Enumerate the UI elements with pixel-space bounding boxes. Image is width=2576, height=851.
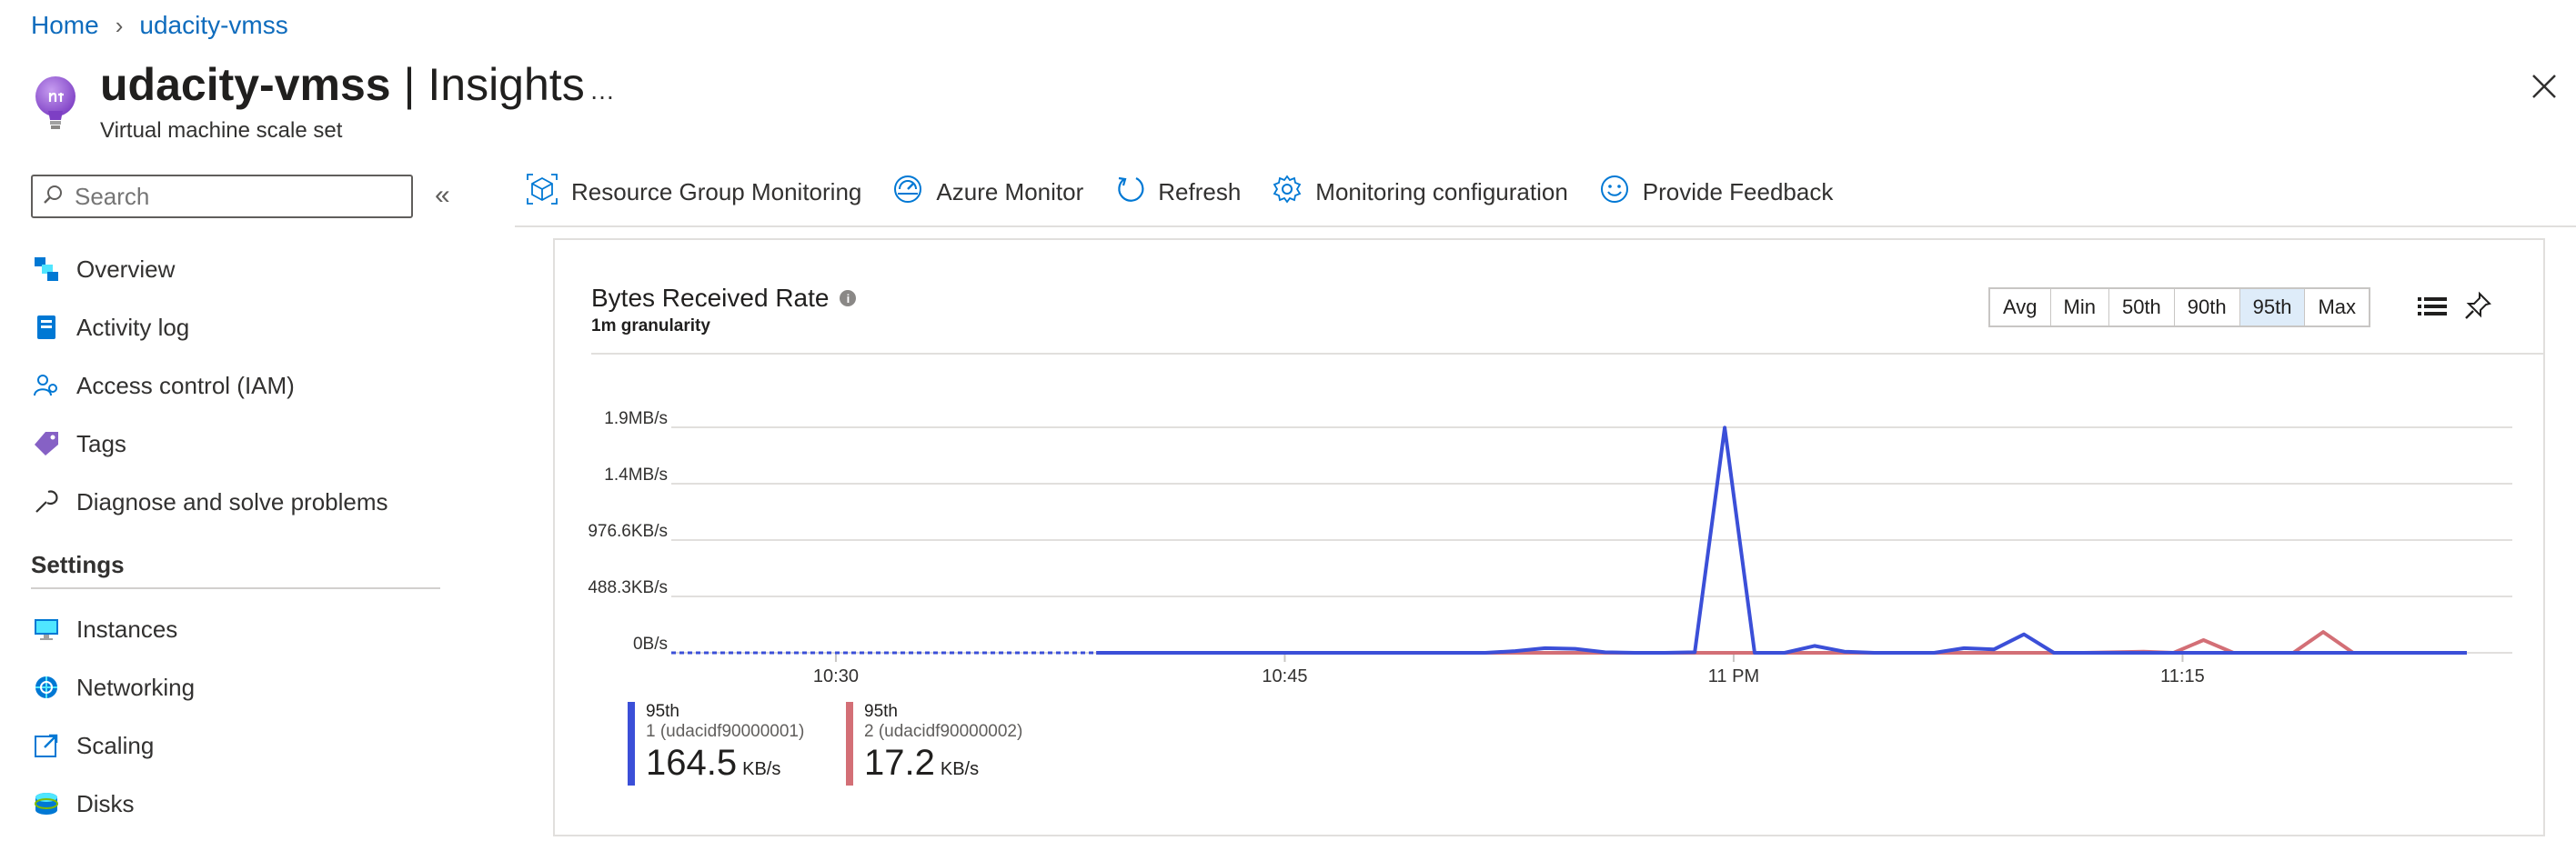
activity-log-icon — [31, 312, 62, 343]
collapse-sidebar-button[interactable]: « — [435, 180, 450, 211]
page-title: udacity-vmss | Insights — [100, 58, 585, 111]
sidebar-item-scaling[interactable]: Scaling — [31, 716, 440, 775]
legend-value-unit: KB/s — [940, 759, 980, 779]
legend-aggregation: 95th — [646, 702, 679, 721]
series-1-color-swatch — [628, 702, 635, 786]
y-tick-label: 1.9MB/s — [604, 409, 668, 428]
overview-icon — [31, 254, 62, 285]
azure-monitor-button[interactable]: Azure Monitor — [892, 174, 1083, 211]
refresh-icon — [1114, 174, 1145, 211]
resource-group-monitoring-button[interactable]: Resource Group Monitoring — [526, 173, 861, 212]
x-tick-label: 10:30 — [813, 666, 859, 686]
sidebar-item-access-control[interactable]: Access control (IAM) — [31, 356, 440, 415]
legend-series-name: 2 (udacidf90000002) — [864, 722, 1023, 741]
network-icon — [31, 672, 62, 703]
close-icon[interactable] — [2529, 71, 2560, 102]
sidebar-item-networking[interactable]: Networking — [31, 658, 440, 716]
legend-item-series-1[interactable]: 95th 1 (udacidf90000001) 164.5 KB/s — [628, 702, 804, 790]
sidebar-item-disks[interactable]: Disks — [31, 775, 440, 833]
y-tick-label: 1.4MB/s — [604, 466, 668, 485]
settings-heading: Settings — [31, 531, 440, 589]
sidebar-item-label: Tags — [76, 429, 126, 457]
breadcrumb-separator: › — [115, 11, 124, 39]
breadcrumb-resource-link[interactable]: udacity-vmss — [139, 11, 287, 40]
more-options-button[interactable]: … — [589, 76, 617, 105]
cube-icon — [526, 173, 558, 212]
y-tick-label: 488.3KB/s — [588, 578, 668, 597]
wrench-icon — [31, 486, 62, 517]
toolbar-label: Resource Group Monitoring — [571, 178, 862, 205]
refresh-button[interactable]: Refresh — [1114, 174, 1241, 211]
legend-series-name: 1 (udacidf90000001) — [646, 722, 805, 741]
legend-item-series-2[interactable]: 95th 2 (udacidf90000002) 17.2 KB/s — [846, 702, 1022, 790]
y-tick-label: 0B/s — [633, 635, 668, 654]
disk-icon — [31, 788, 62, 819]
sidebar-item-diagnose[interactable]: Diagnose and solve problems — [31, 473, 440, 531]
page-name: Insights — [428, 59, 585, 110]
toolbar-label: Refresh — [1158, 178, 1242, 205]
x-tick-label: 11 PM — [1708, 666, 1759, 686]
legend-value: 164.5 KB/s — [646, 742, 804, 790]
search-input[interactable] — [75, 182, 384, 211]
search-field[interactable] — [31, 175, 413, 218]
lightbulb-icon — [33, 75, 78, 135]
series-2-line — [1096, 630, 2467, 655]
legend-value: 17.2 KB/s — [864, 742, 1022, 790]
sidebar-item-label: Scaling — [76, 731, 155, 759]
breadcrumb: Home › udacity-vmss — [31, 11, 288, 40]
breadcrumb-home-link[interactable]: Home — [31, 11, 99, 40]
toolbar-label: Provide Feedback — [1642, 178, 1834, 205]
provide-feedback-button[interactable]: Provide Feedback — [1599, 174, 1834, 211]
legend-value-unit: KB/s — [742, 759, 781, 779]
monitoring-configuration-button[interactable]: Monitoring configuration — [1272, 174, 1568, 211]
sidebar-item-label: Access control (IAM) — [76, 371, 295, 399]
x-tick-label: 11:15 — [2160, 666, 2205, 686]
sidebar-item-label: Activity log — [76, 313, 190, 341]
gear-icon — [1272, 174, 1303, 211]
resource-name: udacity-vmss — [100, 59, 391, 110]
sidebar-item-activity-log[interactable]: Activity log — [31, 298, 440, 356]
sidebar-item-tags[interactable]: Tags — [31, 415, 440, 473]
title-separator: | — [390, 59, 428, 110]
toolbar-divider — [515, 225, 2576, 227]
sidebar-item-label: Disks — [76, 789, 135, 817]
smiley-icon — [1599, 174, 1630, 211]
toolbar-label: Azure Monitor — [936, 178, 1084, 205]
toolbar-label: Monitoring configuration — [1315, 178, 1568, 205]
monitor-icon — [31, 614, 62, 645]
scaling-icon — [31, 730, 62, 761]
series-2-color-swatch — [846, 702, 853, 786]
sidebar-item-instances[interactable]: Instances — [31, 600, 440, 658]
gauge-icon — [892, 174, 923, 211]
iam-icon — [31, 370, 62, 401]
sidebar-item-label: Diagnose and solve problems — [76, 487, 388, 516]
legend-aggregation: 95th — [864, 702, 898, 721]
tag-icon — [31, 428, 62, 459]
resource-type-subtitle: Virtual machine scale set — [100, 118, 343, 143]
command-bar: Resource Group Monitoring Azure Monitor … — [526, 173, 1833, 212]
x-tick-label: 10:45 — [1262, 666, 1307, 686]
sidebar-item-overview[interactable]: Overview — [31, 240, 440, 298]
legend-value-number: 164.5 — [646, 743, 738, 783]
sidebar-item-label: Overview — [76, 255, 176, 283]
line-chart: 0B/s 488.3KB/s 976.6KB/s 1.4MB/s 1.9MB/s 10:3… — [588, 409, 2512, 686]
sidebar-nav: Overview Activity log Access control (IA… — [31, 240, 440, 833]
search-icon — [42, 184, 64, 210]
sidebar-item-label: Instances — [76, 615, 178, 643]
bytes-received-chart-card: Bytes Received Rate i 1m granularity Avg… — [553, 238, 2545, 836]
y-tick-label: 976.6KB/s — [588, 522, 668, 541]
legend-value-number: 17.2 — [864, 743, 935, 783]
sidebar-item-label: Networking — [76, 673, 196, 701]
